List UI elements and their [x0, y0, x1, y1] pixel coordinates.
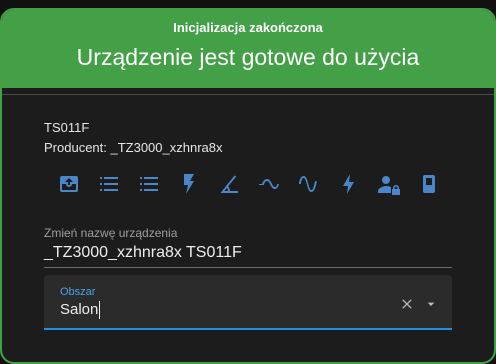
dialog-subtitle: Inicjalizacja zakończona: [173, 20, 323, 35]
inbox-icon[interactable]: [56, 171, 82, 197]
list-icon[interactable]: [136, 171, 162, 197]
device-manufacturer: Producent: _TZ3000_xzhnra8x: [44, 140, 223, 155]
chevron-down-icon[interactable]: [422, 295, 440, 313]
device-model: TS011F: [44, 120, 90, 135]
rename-field-underline: [44, 267, 452, 268]
sine-wave-icon[interactable]: [256, 171, 282, 197]
clear-icon[interactable]: [398, 295, 416, 313]
ac-wave-icon[interactable]: [296, 171, 322, 197]
device-ready-dialog: Inicjalizacja zakończona Urządzenie jest…: [0, 8, 496, 364]
list-icon[interactable]: [96, 171, 122, 197]
header-divider: [2, 94, 494, 95]
area-field-label: Obszar: [60, 286, 96, 298]
rename-field-input[interactable]: _TZ3000_xzhnra8x TS011F: [44, 244, 242, 262]
entity-icons-row: [56, 171, 456, 197]
lightning-icon[interactable]: [176, 171, 202, 197]
account-lock-icon[interactable]: [376, 171, 402, 197]
battery-icon[interactable]: [416, 171, 442, 197]
area-select-field[interactable]: Obszar Salon: [44, 275, 452, 330]
rename-field-label: Zmień nazwę urządzenia: [44, 226, 178, 240]
text-caret: [99, 301, 100, 319]
dialog-header: Inicjalizacja zakończona Urządzenie jest…: [2, 10, 494, 88]
area-field-underline: [44, 328, 452, 330]
flash-icon[interactable]: [336, 171, 362, 197]
area-field-input[interactable]: Salon: [60, 301, 98, 318]
dialog-title: Urządzenie jest gotowe do użycia: [76, 44, 420, 70]
angle-icon[interactable]: [216, 171, 242, 197]
